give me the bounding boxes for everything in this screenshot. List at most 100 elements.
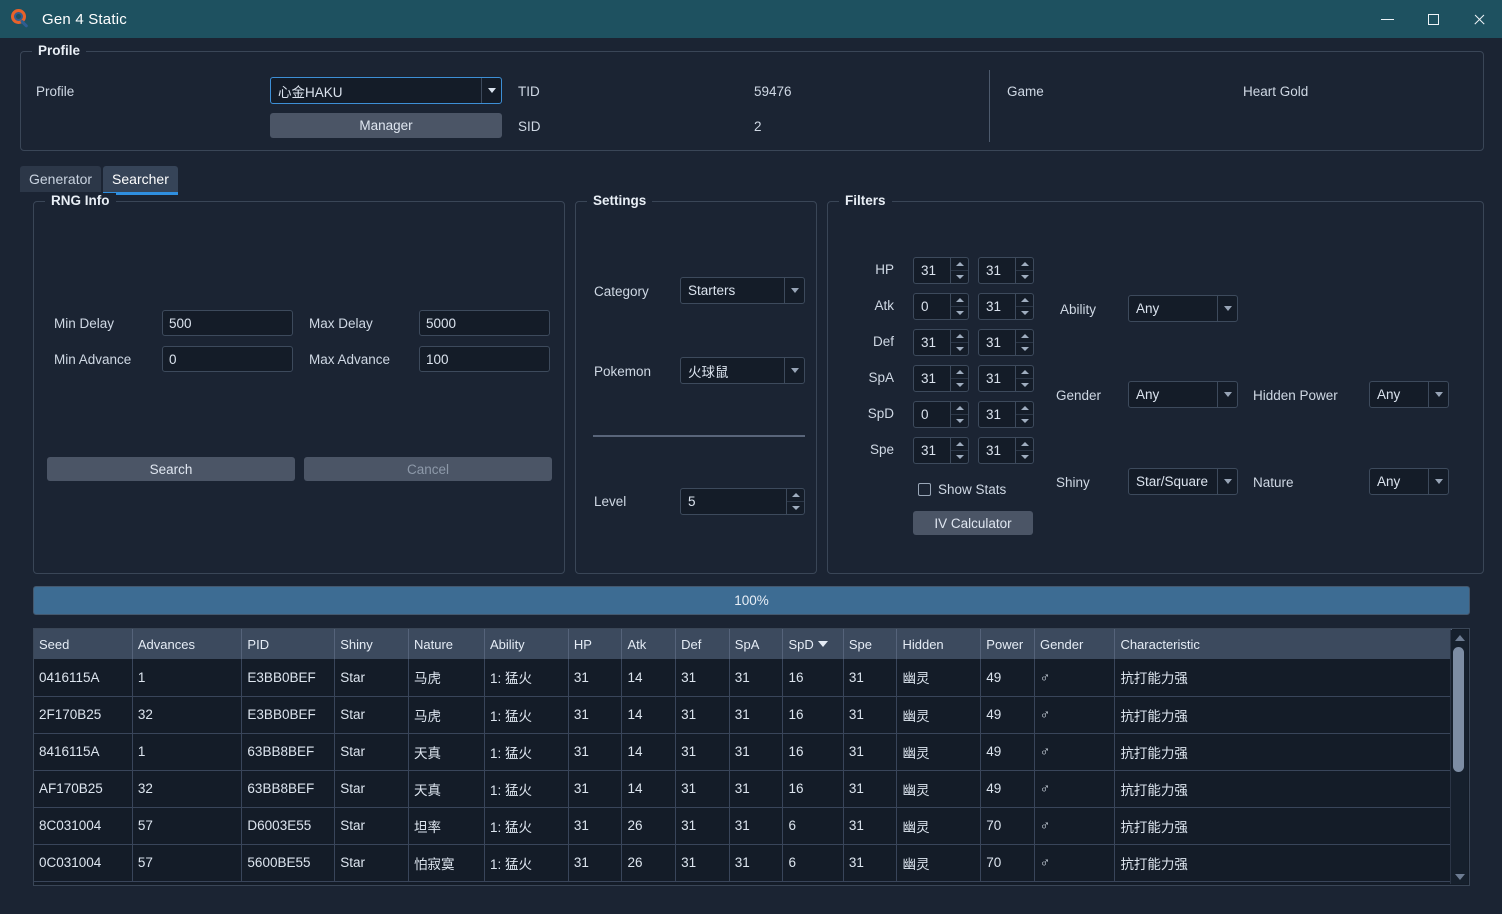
- column-header[interactable]: Atk: [622, 629, 676, 659]
- table-row[interactable]: 2F170B2532E3BB0BEFStar马虎1: 猛火31143131163…: [34, 696, 1452, 733]
- iv-min-increment-button[interactable]: [951, 258, 968, 271]
- close-button[interactable]: [1456, 0, 1502, 38]
- table-row[interactable]: 0416115A1E3BB0BEFStar马虎1: 猛火311431311631…: [34, 659, 1452, 696]
- chevron-down-icon[interactable]: [1428, 469, 1448, 494]
- column-header[interactable]: Advances: [132, 629, 242, 659]
- iv-max-decrement-button[interactable]: [1016, 415, 1033, 427]
- tab-searcher[interactable]: Searcher: [103, 166, 178, 192]
- min-delay-input[interactable]: [162, 310, 293, 336]
- iv-max-stepper[interactable]: 31: [978, 329, 1034, 356]
- column-header[interactable]: Gender: [1034, 629, 1114, 659]
- iv-min-decrement-button[interactable]: [951, 379, 968, 391]
- iv-max-decrement-button[interactable]: [1016, 451, 1033, 463]
- profile-select[interactable]: 心金HAKU: [270, 77, 502, 104]
- iv-min-stepper-buttons[interactable]: [950, 366, 968, 391]
- iv-min-increment-button[interactable]: [951, 294, 968, 307]
- column-header[interactable]: Hidden: [897, 629, 981, 659]
- table-row[interactable]: 8C03100457D6003E55Star坦率1: 猛火31263131631…: [34, 807, 1452, 844]
- max-advance-input[interactable]: [419, 346, 550, 372]
- min-advance-input[interactable]: [162, 346, 293, 372]
- show-stats-checkbox[interactable]: [918, 483, 931, 496]
- chevron-down-icon[interactable]: [1428, 382, 1448, 407]
- chevron-down-icon[interactable]: [784, 358, 804, 383]
- iv-calculator-button[interactable]: IV Calculator: [913, 511, 1033, 535]
- pokemon-select[interactable]: 火球鼠: [680, 357, 805, 384]
- chevron-down-icon[interactable]: [481, 78, 501, 103]
- iv-min-decrement-button[interactable]: [951, 451, 968, 463]
- iv-min-stepper[interactable]: 31: [913, 365, 969, 392]
- show-stats-row[interactable]: Show Stats: [918, 482, 1006, 497]
- iv-min-increment-button[interactable]: [951, 438, 968, 451]
- iv-max-stepper[interactable]: 31: [978, 401, 1034, 428]
- level-increment-button[interactable]: [787, 489, 804, 502]
- shiny-select[interactable]: Star/Square: [1128, 468, 1238, 495]
- scrollbar-thumb[interactable]: [1453, 647, 1464, 772]
- cancel-button[interactable]: Cancel: [304, 457, 552, 481]
- column-header[interactable]: SpA: [729, 629, 783, 659]
- iv-max-stepper-buttons[interactable]: [1015, 330, 1033, 355]
- iv-max-decrement-button[interactable]: [1016, 343, 1033, 355]
- iv-min-increment-button[interactable]: [951, 330, 968, 343]
- level-stepper-buttons[interactable]: [786, 489, 804, 514]
- scroll-down-button[interactable]: [1451, 869, 1468, 884]
- iv-min-stepper-buttons[interactable]: [950, 402, 968, 427]
- chevron-down-icon[interactable]: [1217, 296, 1237, 321]
- iv-max-increment-button[interactable]: [1016, 258, 1033, 271]
- column-header[interactable]: Characteristic: [1115, 629, 1452, 659]
- iv-min-decrement-button[interactable]: [951, 307, 968, 319]
- chevron-down-icon[interactable]: [784, 278, 804, 303]
- iv-min-stepper-buttons[interactable]: [950, 330, 968, 355]
- column-header[interactable]: Spe: [843, 629, 897, 659]
- table-row[interactable]: AF170B253263BB8BEFStar天真1: 猛火31143131163…: [34, 770, 1452, 807]
- scrollbar-track[interactable]: [1451, 645, 1468, 869]
- chevron-down-icon[interactable]: [1217, 469, 1237, 494]
- iv-min-stepper[interactable]: 31: [913, 329, 969, 356]
- iv-max-stepper-buttons[interactable]: [1015, 438, 1033, 463]
- column-header[interactable]: Power: [981, 629, 1035, 659]
- iv-max-stepper[interactable]: 31: [978, 257, 1034, 284]
- column-header[interactable]: PID: [242, 629, 335, 659]
- iv-max-increment-button[interactable]: [1016, 366, 1033, 379]
- iv-min-stepper[interactable]: 31: [913, 257, 969, 284]
- category-select[interactable]: Starters: [680, 277, 805, 304]
- iv-max-stepper-buttons[interactable]: [1015, 258, 1033, 283]
- level-stepper[interactable]: 5: [680, 488, 805, 515]
- iv-max-stepper-buttons[interactable]: [1015, 366, 1033, 391]
- column-header[interactable]: Shiny: [335, 629, 409, 659]
- iv-min-stepper-buttons[interactable]: [950, 258, 968, 283]
- column-header[interactable]: Def: [676, 629, 730, 659]
- iv-max-increment-button[interactable]: [1016, 438, 1033, 451]
- ability-select[interactable]: Any: [1128, 295, 1238, 322]
- iv-max-stepper-buttons[interactable]: [1015, 402, 1033, 427]
- iv-min-stepper-buttons[interactable]: [950, 294, 968, 319]
- level-decrement-button[interactable]: [787, 502, 804, 514]
- iv-max-decrement-button[interactable]: [1016, 379, 1033, 391]
- iv-min-decrement-button[interactable]: [951, 343, 968, 355]
- tab-generator[interactable]: Generator: [20, 166, 101, 192]
- column-header[interactable]: Nature: [408, 629, 484, 659]
- max-delay-input[interactable]: [419, 310, 550, 336]
- iv-max-increment-button[interactable]: [1016, 402, 1033, 415]
- iv-min-increment-button[interactable]: [951, 366, 968, 379]
- minimize-button[interactable]: [1364, 0, 1410, 38]
- nature-select[interactable]: Any: [1369, 468, 1449, 495]
- maximize-button[interactable]: [1410, 0, 1456, 38]
- iv-max-stepper[interactable]: 31: [978, 437, 1034, 464]
- iv-max-decrement-button[interactable]: [1016, 271, 1033, 283]
- results-vertical-scrollbar[interactable]: [1450, 630, 1468, 884]
- iv-max-increment-button[interactable]: [1016, 330, 1033, 343]
- table-row[interactable]: 0C031004575600BE55Star怕寂寞1: 猛火3126313163…: [34, 844, 1452, 881]
- table-row[interactable]: 8416115A163BB8BEFStar天真1: 猛火311431311631…: [34, 733, 1452, 770]
- scroll-up-button[interactable]: [1451, 630, 1468, 645]
- iv-min-stepper-buttons[interactable]: [950, 438, 968, 463]
- search-button[interactable]: Search: [47, 457, 295, 481]
- iv-min-stepper[interactable]: 0: [913, 293, 969, 320]
- iv-min-stepper[interactable]: 31: [913, 437, 969, 464]
- chevron-down-icon[interactable]: [1217, 382, 1237, 407]
- gender-select[interactable]: Any: [1128, 381, 1238, 408]
- iv-max-stepper[interactable]: 31: [978, 365, 1034, 392]
- iv-min-decrement-button[interactable]: [951, 271, 968, 283]
- iv-max-stepper-buttons[interactable]: [1015, 294, 1033, 319]
- column-header[interactable]: HP: [568, 629, 622, 659]
- column-header[interactable]: SpD: [783, 629, 843, 659]
